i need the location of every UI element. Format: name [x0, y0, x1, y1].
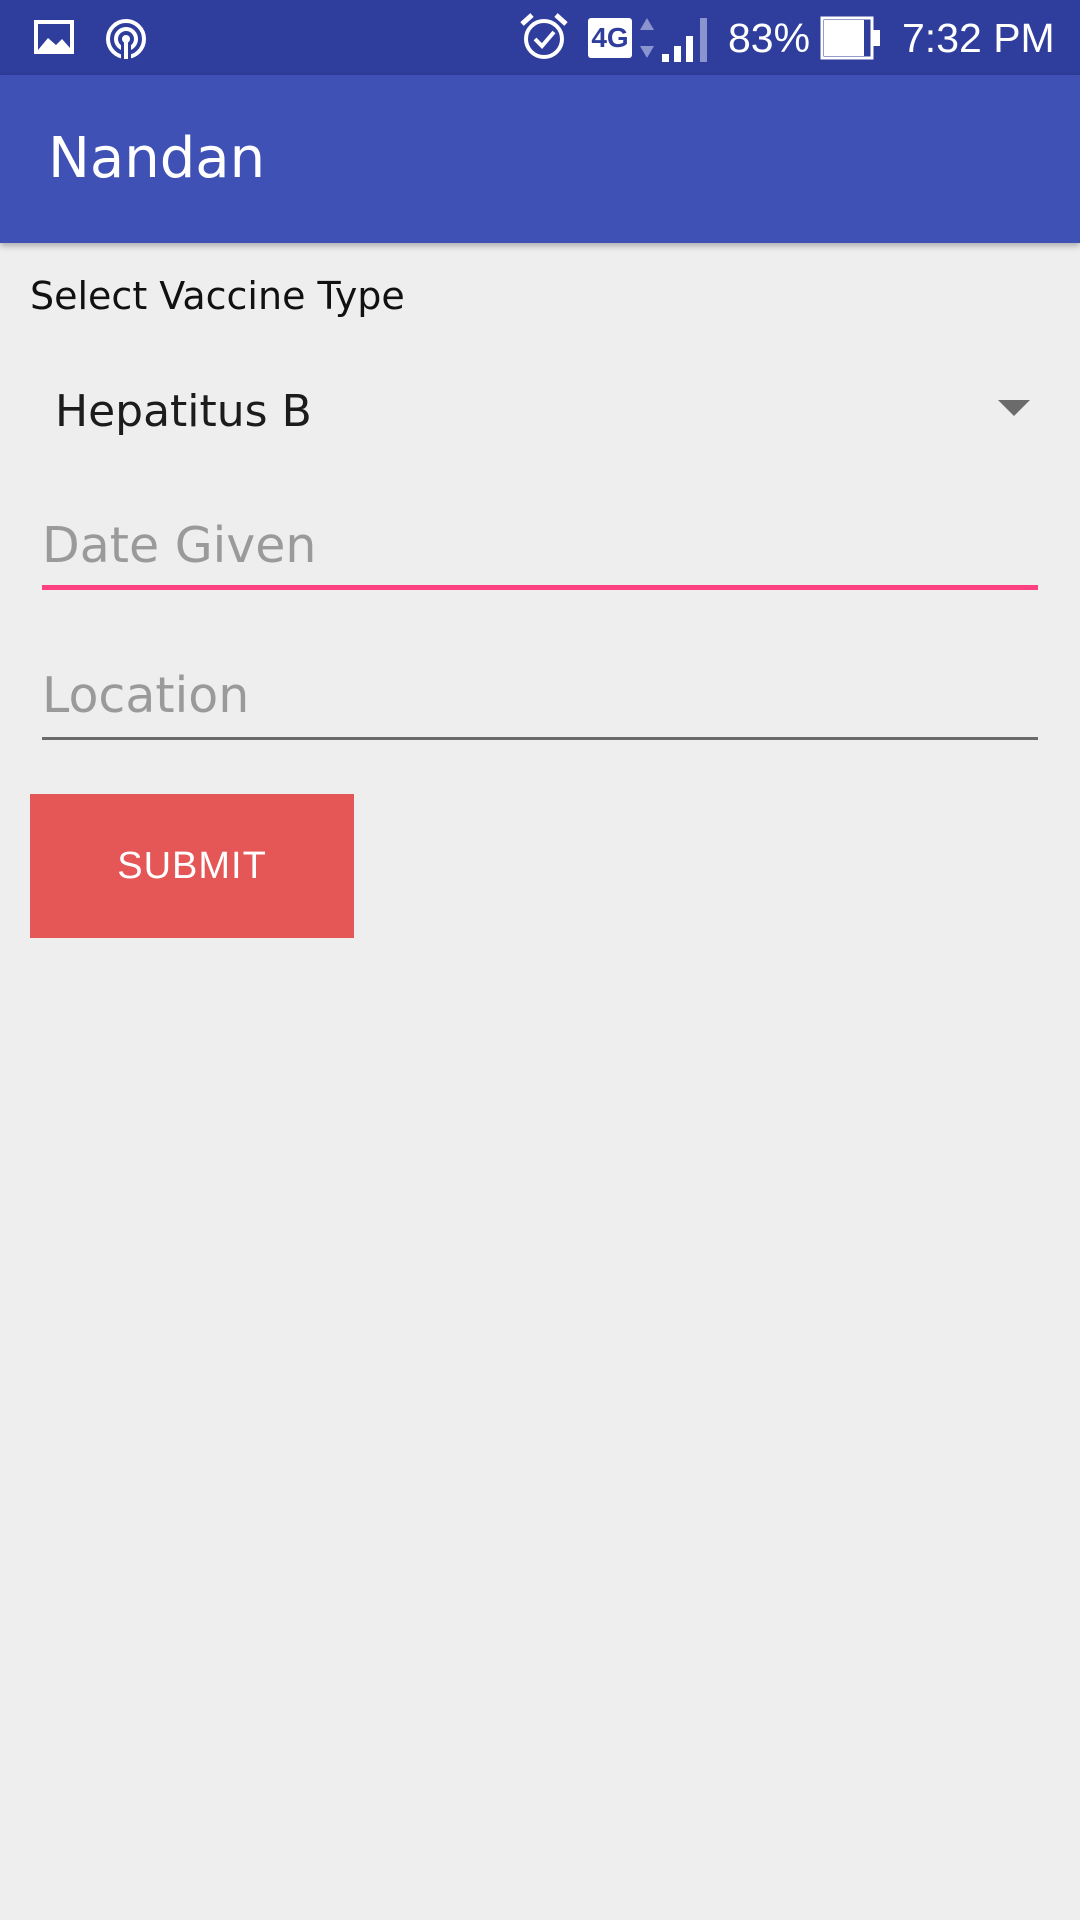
app-title: Nandan [48, 126, 266, 191]
vaccine-type-label: Select Vaccine Type [30, 274, 405, 318]
location-input[interactable] [42, 650, 1038, 740]
vaccine-type-selected: Hepatitus B [55, 386, 312, 437]
network-4g-icon: 4G [588, 18, 632, 58]
alarm-icon [520, 13, 568, 59]
network-4g-label: 4G [591, 22, 629, 53]
gallery-icon [34, 20, 74, 54]
hotspot-icon [106, 19, 146, 61]
date-given-input[interactable] [42, 500, 1038, 590]
submit-button[interactable]: SUBMIT [30, 794, 354, 938]
signal-icon [662, 18, 707, 62]
vaccine-type-dropdown[interactable]: Hepatitus B [30, 360, 1050, 460]
clock: 7:32 PM [902, 15, 1055, 61]
battery-percent: 83% [728, 15, 811, 61]
location-underline [42, 737, 1038, 740]
data-activity-icon [640, 18, 654, 58]
dropdown-arrow-icon [998, 400, 1030, 416]
battery-icon [820, 16, 880, 60]
date-given-underline [42, 585, 1038, 590]
app-bar: Nandan [0, 75, 1080, 243]
date-given-field [42, 500, 1038, 590]
status-bar: 4G 83% 7:32 PM [0, 0, 1080, 75]
location-field [42, 650, 1038, 740]
